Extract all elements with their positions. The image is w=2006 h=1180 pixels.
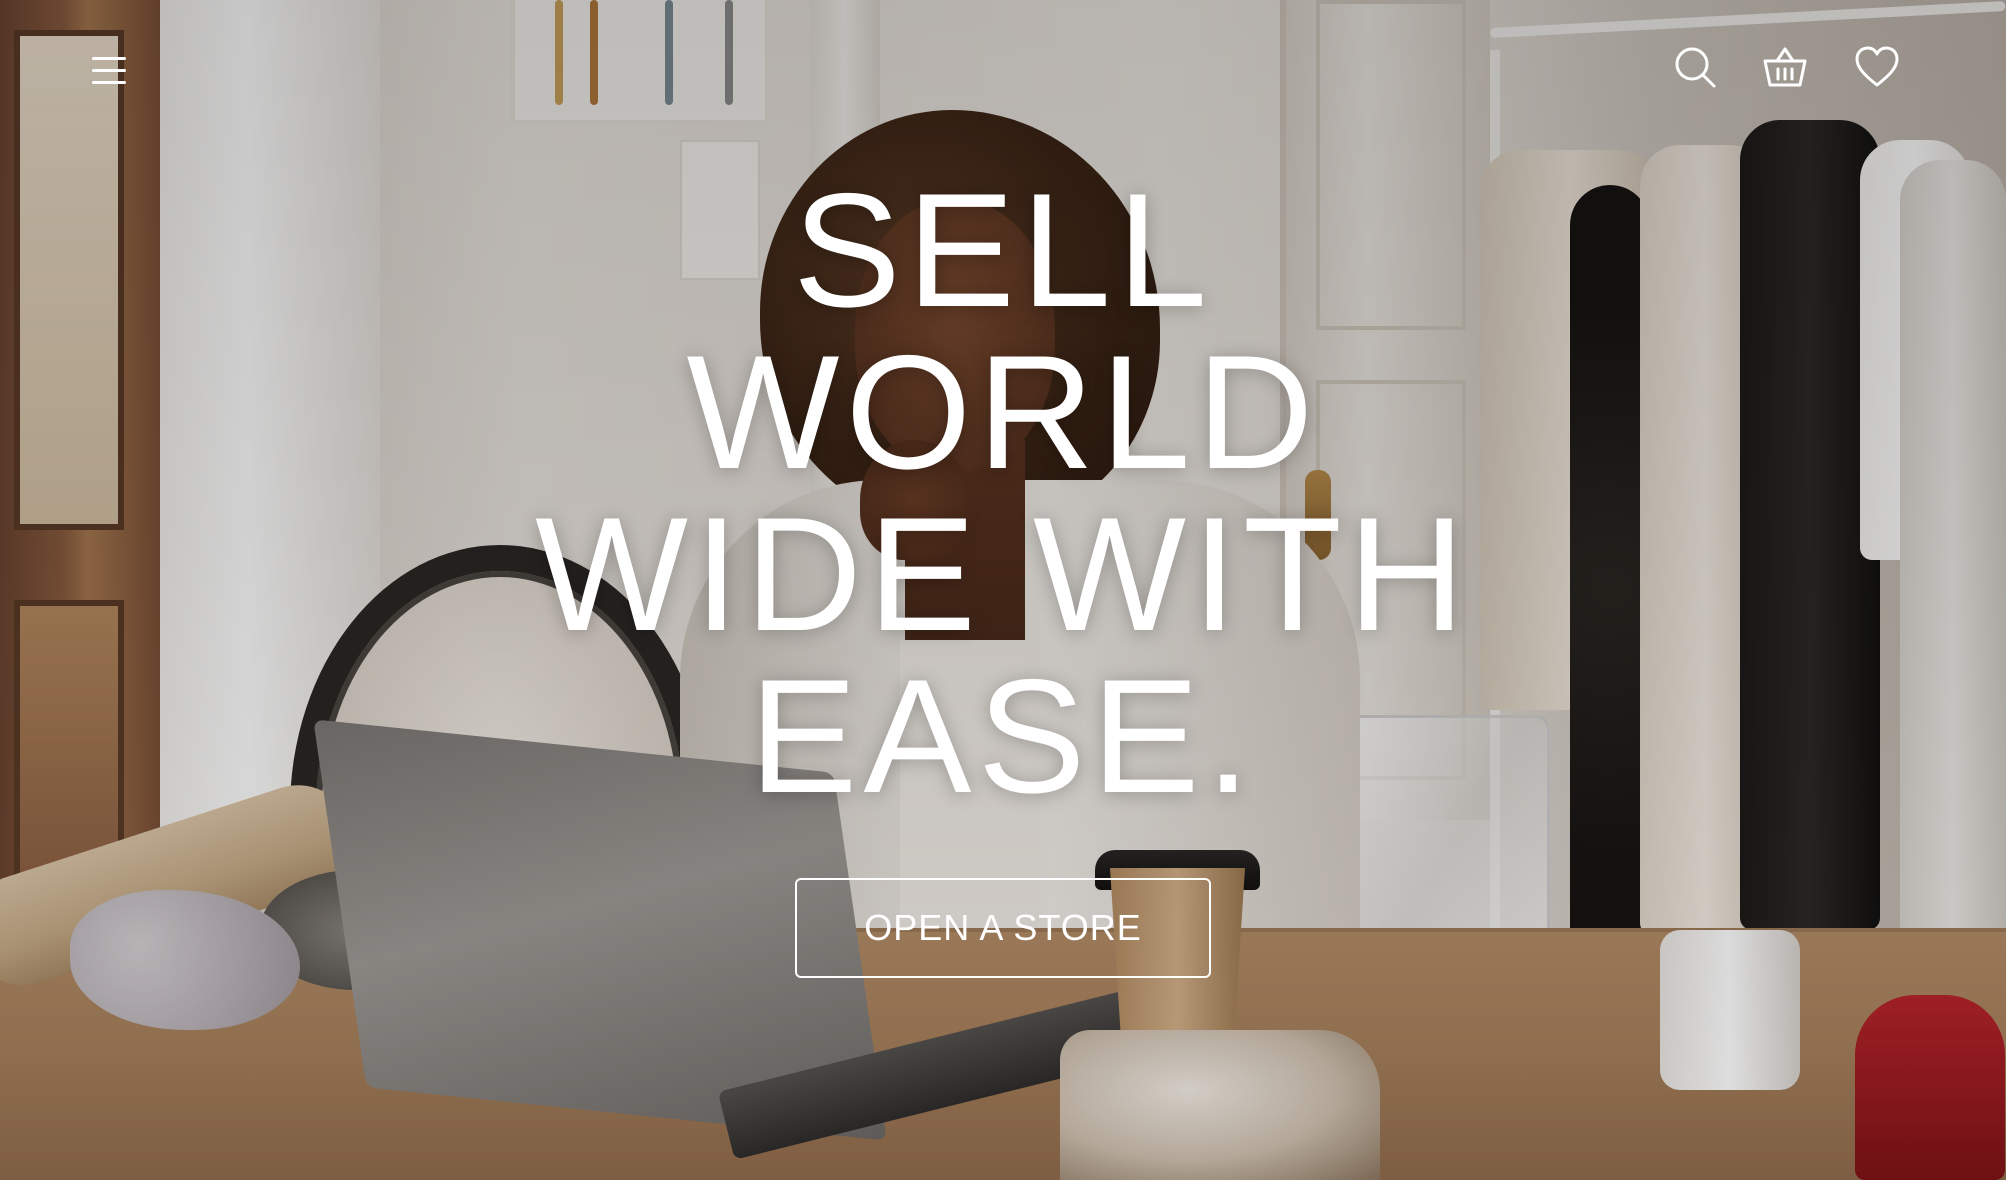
headline-line: WIDE WITH [535,484,1471,665]
heart-icon[interactable] [1850,40,1904,94]
hero-section: SELL WORLD WIDE WITH EASE. OPEN A STORE [0,0,2006,1180]
hero-headline: SELL WORLD WIDE WITH EASE. [0,170,2006,818]
basket-icon[interactable] [1758,40,1812,94]
headline-line: SELL [792,160,1214,341]
hamburger-menu-icon[interactable] [92,48,142,92]
search-icon[interactable] [1668,40,1722,94]
top-bar [0,0,2006,140]
headline-line: WORLD [686,322,1320,503]
open-store-button[interactable]: OPEN A STORE [795,878,1211,978]
headline-line: EASE. [749,646,1257,827]
